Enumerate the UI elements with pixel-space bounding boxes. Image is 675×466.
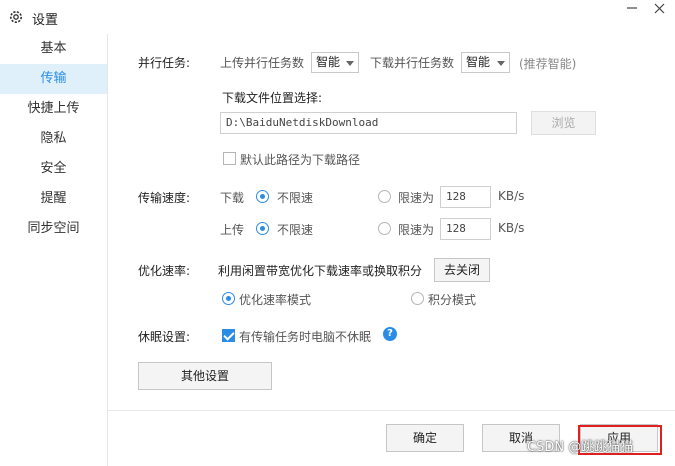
minimize-icon: [627, 7, 637, 9]
watermark: CSDN @跳跳猫猫: [527, 440, 634, 455]
download-path-field[interactable]: D:\BaiduNetdiskDownload: [220, 112, 517, 134]
sleep-settings-label: 休眠设置:: [138, 330, 191, 344]
turn-off-optimize-button[interactable]: 去关闭: [434, 258, 490, 282]
window-title: 设置: [32, 13, 59, 28]
download-limit-radio[interactable]: [378, 190, 391, 203]
download-parallel-label: 下载并行任务数: [370, 56, 455, 70]
optimize-speed-label: 优化速率:: [138, 264, 191, 278]
chevron-down-icon: [346, 61, 354, 66]
parallel-tasks-label: 并行任务:: [138, 56, 191, 70]
default-path-checkbox[interactable]: [223, 152, 236, 165]
sidebar-item-security[interactable]: 安全: [0, 154, 107, 184]
footer-divider: [108, 410, 675, 411]
upload-limit-label: 限速为: [398, 223, 435, 237]
close-icon: [654, 3, 665, 14]
no-sleep-label: 有传输任务时电脑不休眠: [239, 330, 372, 344]
help-icon[interactable]: ?: [383, 327, 397, 341]
title-bar: 设置: [0, 0, 675, 34]
upload-limit-field[interactable]: 128: [440, 218, 491, 240]
optimize-speed-mode-radio[interactable]: [222, 292, 235, 305]
upload-speed-label: 上传: [220, 223, 245, 237]
sidebar-item-basic[interactable]: 基本: [0, 34, 107, 64]
upload-unlimited-label: 不限速: [277, 223, 314, 237]
download-limit-label: 限速为: [398, 191, 435, 205]
sidebar-item-reminder[interactable]: 提醒: [0, 184, 107, 214]
upload-unlimited-radio[interactable]: [256, 222, 269, 235]
download-location-label: 下载文件位置选择:: [222, 91, 323, 105]
points-mode-radio[interactable]: [411, 292, 424, 305]
sidebar-item-quick-upload[interactable]: 快捷上传: [0, 94, 107, 124]
upload-parallel-select[interactable]: 智能: [311, 52, 359, 73]
ok-button[interactable]: 确定: [386, 424, 464, 452]
upload-limit-unit: KB/s: [498, 221, 525, 235]
chevron-down-icon: [497, 61, 505, 66]
download-unlimited-radio[interactable]: [256, 190, 269, 203]
no-sleep-checkbox[interactable]: [222, 329, 235, 342]
sidebar-item-transfer[interactable]: 传输: [0, 64, 107, 94]
sidebar-item-sync-space[interactable]: 同步空间: [0, 214, 107, 244]
default-path-label: 默认此路径为下载路径: [240, 153, 361, 167]
upload-parallel-label: 上传并行任务数: [220, 56, 305, 70]
parallel-hint: (推荐智能): [519, 57, 577, 71]
download-speed-label: 下载: [220, 191, 245, 205]
upload-limit-radio[interactable]: [378, 222, 391, 235]
download-limit-field[interactable]: 128: [440, 186, 491, 208]
optimize-description: 利用闲置带宽优化下载速率或换取积分: [218, 264, 423, 278]
optimize-speed-mode-label: 优化速率模式: [239, 293, 312, 307]
minimize-button[interactable]: [616, 0, 648, 24]
points-mode-label: 积分模式: [428, 293, 477, 307]
browse-button[interactable]: 浏览: [531, 111, 596, 135]
gear-icon: [10, 11, 22, 23]
sidebar: 基本 传输 快捷上传 隐私 安全 提醒 同步空间: [0, 34, 108, 466]
other-settings-button[interactable]: 其他设置: [138, 362, 272, 390]
download-unlimited-label: 不限速: [277, 191, 314, 205]
transfer-speed-label: 传输速度:: [138, 191, 191, 205]
close-button[interactable]: [646, 0, 675, 24]
download-parallel-select[interactable]: 智能: [461, 52, 510, 73]
download-limit-unit: KB/s: [498, 189, 525, 203]
sidebar-item-privacy[interactable]: 隐私: [0, 124, 107, 154]
